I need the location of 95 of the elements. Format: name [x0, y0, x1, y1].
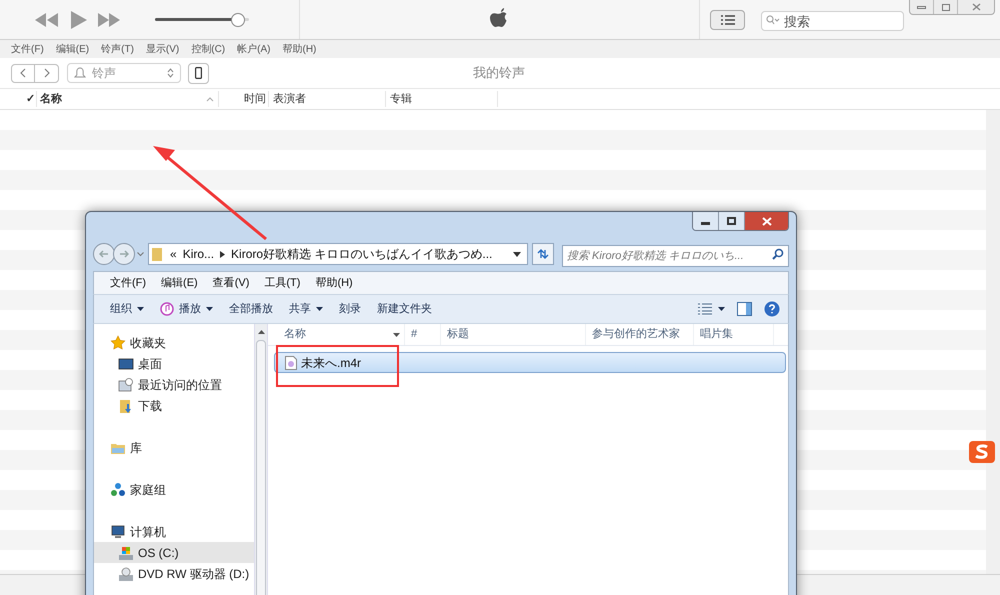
chevron-right-icon: [44, 68, 50, 78]
breadcrumb-item[interactable]: Kiroro好歌精选 キロロのいちばんイイ歌あつめ...: [231, 245, 492, 263]
nav-item[interactable]: 桌面: [94, 353, 254, 374]
play-icon[interactable]: [69, 10, 87, 28]
menu-item[interactable]: 工具(T): [264, 274, 300, 292]
list-view-button[interactable]: [710, 10, 745, 30]
bell-icon: [74, 67, 86, 79]
menu-item[interactable]: 显示(V): [146, 42, 180, 56]
view-options-button[interactable]: [698, 303, 725, 315]
folder-clock-icon: [118, 376, 134, 392]
toolbar-button[interactable]: 共享: [281, 297, 331, 321]
dropdown-icon[interactable]: [513, 252, 521, 256]
updown-icon: [167, 68, 174, 78]
address-bar[interactable]: « Kiro... Kiroro好歌精选 キロロのいちばんイイ歌あつめ...: [148, 243, 528, 265]
sort-caret-icon: [206, 96, 214, 102]
nav-item[interactable]: DVD RW 驱动器 (D:): [94, 563, 254, 584]
column-header[interactable]: #: [405, 324, 441, 345]
menu-item[interactable]: 编辑(E): [161, 274, 198, 292]
column-header[interactable]: 唱片集: [694, 324, 774, 345]
refresh-icon: [536, 248, 550, 260]
drive-icon: [118, 544, 134, 560]
phone-icon: [195, 67, 202, 79]
menu-item[interactable]: 帮助(H): [315, 274, 353, 292]
disc-drive-icon: [118, 566, 134, 582]
toolbar-button[interactable]: 组织: [102, 297, 152, 321]
close-icon: [972, 3, 980, 11]
menu-item[interactable]: 控制(C): [191, 42, 226, 56]
ime-icon[interactable]: [968, 440, 996, 464]
file-row[interactable]: 未来へ.m4r: [274, 352, 786, 373]
scrollbar[interactable]: [254, 324, 268, 595]
breadcrumb-arrow-icon: [220, 250, 226, 258]
refresh-button[interactable]: [532, 243, 554, 265]
dropdown-icon: [393, 332, 400, 336]
close-button[interactable]: [745, 212, 788, 230]
list-icon: [720, 14, 734, 24]
breadcrumb-item[interactable]: Kiro...: [182, 245, 214, 263]
monitor-icon: [118, 356, 134, 372]
column-header[interactable]: 专辑: [386, 90, 498, 108]
menu-item[interactable]: 编辑(E): [56, 42, 90, 56]
search-icon: [766, 14, 780, 24]
chevron-left-icon: [20, 68, 26, 78]
preview-pane-button[interactable]: [737, 302, 752, 316]
toolbar-button[interactable]: 全部播放: [221, 297, 281, 321]
column-header[interactable]: 时间: [219, 90, 269, 108]
rewind-icon[interactable]: [35, 12, 59, 26]
back-button[interactable]: [93, 243, 115, 265]
column-header[interactable]: 参与创作的艺术家: [586, 324, 694, 345]
audio-file-icon: [285, 356, 297, 370]
arrow-right-icon: [119, 250, 129, 258]
search-field[interactable]: 搜索: [761, 11, 904, 31]
help-icon: [764, 301, 780, 317]
menu-item[interactable]: 查看(V): [212, 274, 250, 292]
toolbar-button[interactable]: 新建文件夹: [369, 297, 440, 321]
help-button[interactable]: [764, 301, 780, 317]
dropdown-icon: [718, 307, 725, 311]
details-view-icon: [698, 303, 712, 315]
homegroup-icon: [110, 482, 126, 498]
nav-item[interactable]: 下载: [94, 395, 254, 416]
device-button[interactable]: [188, 62, 209, 84]
nav-item[interactable]: 收藏夹: [94, 332, 254, 353]
nav-item[interactable]: 库: [94, 437, 254, 458]
menu-item[interactable]: 铃声(T): [101, 42, 134, 56]
maximize-button[interactable]: [719, 212, 745, 230]
nav-item[interactable]: 最近访问的位置: [94, 374, 254, 395]
volume-slider[interactable]: [155, 12, 249, 28]
forward-button[interactable]: [113, 243, 135, 265]
close-icon: [762, 216, 772, 226]
breadcrumb-item[interactable]: «: [170, 245, 177, 263]
preview-pane-icon: [737, 302, 752, 316]
nav-item[interactable]: OS (C:): [94, 542, 254, 563]
menu-item[interactable]: 文件(F): [110, 274, 146, 292]
search-field[interactable]: 搜索 Kiroro好歌精选 キロロのいち...: [562, 245, 789, 267]
computer-icon: [110, 524, 126, 540]
minimize-button[interactable]: [693, 212, 719, 230]
column-header[interactable]: 标题: [441, 324, 586, 345]
toolbar-button[interactable]: 刻录: [331, 297, 369, 321]
nav-item[interactable]: 计算机: [94, 521, 254, 542]
column-header[interactable]: 表演者: [269, 90, 386, 108]
folder-icon: [152, 247, 164, 261]
music-icon: [160, 302, 174, 316]
star-icon: [110, 334, 126, 350]
column-header[interactable]: ✓: [0, 90, 37, 108]
nav-item[interactable]: 家庭组: [94, 479, 254, 500]
menu-item[interactable]: 帮助(H): [282, 42, 316, 56]
page-title: 我的铃声: [473, 64, 525, 82]
column-header[interactable]: 名称: [268, 324, 405, 345]
column-header[interactable]: 名称: [37, 90, 219, 108]
arrow-left-icon: [99, 250, 109, 258]
toolbar-button[interactable]: 播放: [152, 297, 221, 321]
scroll-up-icon: [258, 330, 264, 334]
menu-item[interactable]: 文件(F): [11, 42, 44, 56]
search-icon: [772, 248, 784, 260]
menu-item[interactable]: 帐户(A): [237, 42, 270, 56]
fast-forward-icon[interactable]: [97, 12, 121, 26]
download-folder-icon: [118, 398, 134, 414]
